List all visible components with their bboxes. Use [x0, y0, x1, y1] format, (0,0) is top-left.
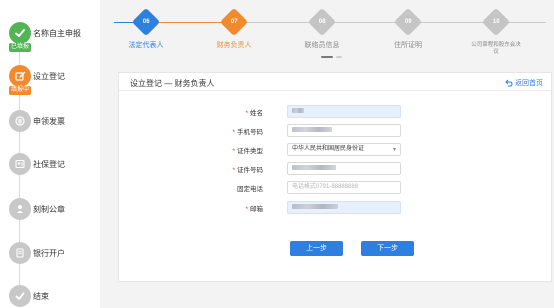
sidebar-step-invoice[interactable]: 申领发票 — [0, 110, 100, 140]
stepper-connector — [330, 22, 398, 23]
name-label: * 姓名 — [245, 110, 263, 117]
next-step-button[interactable]: 下一步 — [361, 241, 414, 256]
bank-icon — [9, 242, 31, 264]
stepper-connector — [506, 22, 546, 23]
email-row: * 邮箱 — [119, 201, 553, 214]
sidebar-step-label: 设立登记 — [33, 72, 65, 81]
landline-placeholder: 电话格式0791-88888888 — [292, 184, 359, 190]
progress-sidebar: 名称自主申报 已填报 设立登记 填报中 申领发票 社保登记 刻制公章 银行开户 — [0, 0, 100, 308]
stepper-label-legal-rep[interactable]: 法定代表人 — [111, 40, 181, 50]
redacted-value — [292, 107, 304, 113]
stepper-number: 06 — [142, 19, 150, 25]
id-type-select[interactable]: 中华人民共和国居民身份证 ▾ — [287, 143, 401, 156]
status-badge: 已填报 — [9, 43, 32, 52]
step-progress-bar: 06 法定代表人 07 财务负责人 08 联络员信息 09 住所证明 10 公司… — [100, 0, 554, 60]
phone-row: * 手机号码 — [119, 124, 553, 137]
form-card: 设立登记 — 财务负责人 返回首页 * 姓名 * 手机号码 * 证件类型 中华人民共和… — [118, 72, 552, 282]
stepper-connector — [156, 22, 224, 23]
stepper-node-06[interactable]: 06 — [131, 7, 161, 37]
name-row: * 姓名 — [119, 105, 553, 118]
sidebar-step-label: 名称自主申报 — [33, 29, 81, 38]
stepper-node-07[interactable]: 07 — [219, 7, 249, 37]
sidebar-step-label: 刻制公章 — [33, 205, 65, 214]
phone-label: * 手机号码 — [232, 129, 263, 136]
sidebar-step-bank[interactable]: 银行开户 — [0, 242, 100, 272]
prev-step-button[interactable]: 上一步 — [290, 241, 343, 256]
sidebar-step-seal[interactable]: 刻制公章 — [0, 198, 100, 228]
invoice-icon — [9, 110, 31, 132]
stepper-number: 10 — [492, 19, 500, 25]
stepper-connector — [418, 22, 486, 23]
sidebar-step-label: 银行开户 — [33, 249, 65, 258]
page-title: 设立登记 — 财务负责人 — [130, 79, 215, 88]
sidebar-step-label: 社保登记 — [33, 160, 65, 169]
landline-label: 固定电话 — [237, 186, 263, 193]
status-badge: 填报中 — [9, 86, 32, 95]
stepper-scroll-indicator[interactable] — [336, 56, 342, 58]
id-type-value: 中华人民共和国居民身份证 — [292, 146, 365, 152]
chevron-down-icon: ▾ — [392, 147, 396, 153]
edit-icon — [9, 65, 31, 87]
id-type-row: * 证件类型 中华人民共和国居民身份证 ▾ — [119, 143, 553, 156]
landline-field[interactable]: 电话格式0791-88888888 — [287, 181, 401, 194]
id-number-row: * 证件号码 — [119, 162, 553, 175]
id-number-label: * 证件号码 — [232, 167, 263, 174]
sidebar-step-social-security[interactable]: 社保登记 — [0, 153, 100, 183]
landline-row: 固定电话 电话格式0791-88888888 — [119, 181, 553, 194]
stepper-number: 07 — [230, 19, 238, 25]
sidebar-step-finish[interactable]: 结束 — [0, 285, 100, 308]
sidebar-step-establishment[interactable]: 设立登记 填报中 — [0, 65, 100, 95]
stepper-node-08[interactable]: 08 — [307, 7, 337, 37]
finish-icon — [9, 285, 31, 307]
back-home-label: 返回首页 — [515, 80, 543, 87]
name-field[interactable] — [287, 105, 401, 118]
stepper-label-contact[interactable]: 联络员信息 — [287, 40, 357, 50]
stepper-label-address[interactable]: 住所证明 — [373, 40, 443, 50]
id-number-field[interactable] — [287, 162, 401, 175]
sidebar-step-label: 结束 — [33, 292, 49, 301]
redacted-value — [292, 164, 336, 170]
stepper-label-articles[interactable]: 公司章程和股东会决议 — [471, 42, 521, 56]
email-field[interactable] — [287, 201, 401, 214]
stepper-label-finance[interactable]: 财务负责人 — [199, 40, 269, 50]
sidebar-step-label: 申领发票 — [33, 117, 65, 126]
stepper-number: 08 — [318, 19, 326, 25]
stepper-node-10[interactable]: 10 — [481, 7, 511, 37]
social-security-icon — [9, 153, 31, 175]
sidebar-step-name-declaration[interactable]: 名称自主申报 已填报 — [0, 22, 100, 52]
back-home-link[interactable]: 返回首页 — [505, 78, 543, 88]
back-arrow-icon — [505, 79, 513, 87]
stepper-node-09[interactable]: 09 — [393, 7, 423, 37]
id-type-label: * 证件类型 — [232, 148, 263, 155]
stepper-connector — [244, 22, 312, 23]
email-label: * 邮箱 — [245, 206, 263, 213]
redacted-value — [292, 203, 338, 209]
stepper-number: 09 — [404, 19, 412, 25]
card-header: 设立登记 — 财务负责人 返回首页 — [119, 73, 551, 91]
seal-icon — [9, 198, 31, 220]
check-icon — [9, 22, 31, 44]
stepper-scroll-indicator[interactable] — [321, 56, 333, 58]
mobile-phone-field[interactable] — [287, 124, 401, 137]
redacted-value — [292, 126, 332, 132]
